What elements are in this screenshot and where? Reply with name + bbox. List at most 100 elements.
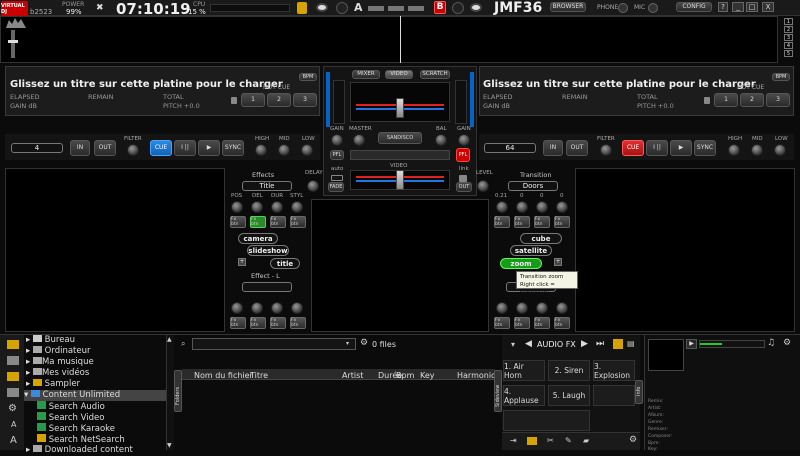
left-hotcue-1[interactable]: 1 xyxy=(241,93,265,107)
right-sync-button[interactable]: SYNC xyxy=(694,140,716,156)
sampler-pad-4[interactable]: 4. Applause xyxy=(503,385,545,406)
sampler-menu-icon[interactable]: ▾ xyxy=(511,340,515,349)
folder-mes-videos[interactable]: ▸ Mes vidéos xyxy=(26,368,89,379)
sampler-pad-1[interactable]: 1. Air Horn xyxy=(503,360,545,381)
mic-toggle[interactable] xyxy=(648,3,658,13)
right-high-knob[interactable] xyxy=(728,144,740,156)
right-pill-zoom[interactable]: zoom xyxy=(500,258,542,269)
layout-a-button[interactable]: A xyxy=(354,1,363,14)
right-hotcue-2[interactable]: 2 xyxy=(740,93,764,107)
left-pause-button[interactable]: I || xyxy=(174,140,196,156)
right-in-button[interactable]: IN xyxy=(543,140,563,156)
sampler-end-icon[interactable]: ⏭ xyxy=(596,339,604,349)
folder-bureau[interactable]: ▸ Bureau xyxy=(26,335,75,346)
right-bottom-fx-4[interactable]: Fx btn xyxy=(554,317,570,329)
mixer-pfl-left[interactable]: PFL xyxy=(330,150,344,160)
config-button[interactable]: CONFIG xyxy=(676,2,712,12)
mixer-crossfader-handle[interactable] xyxy=(396,98,404,118)
mixer-auto-icon[interactable] xyxy=(331,175,343,181)
left-in-button[interactable]: IN xyxy=(70,140,90,156)
search-options-icon[interactable]: ▾ xyxy=(346,340,349,347)
col-titre[interactable]: Titre xyxy=(250,371,268,380)
left-dur-knob[interactable] xyxy=(271,201,283,213)
left-video-preview[interactable] xyxy=(5,168,225,332)
left-bottom-knob-4[interactable] xyxy=(291,302,303,314)
left-bottom-knob-1[interactable] xyxy=(231,302,243,314)
font-size-icon-large[interactable]: A xyxy=(10,435,17,446)
deck-switch-left[interactable] xyxy=(336,2,348,14)
mixer-gain-left-knob[interactable] xyxy=(331,134,343,146)
sampler-info-icon[interactable]: ▤ xyxy=(627,339,635,348)
sampler-pad-7[interactable] xyxy=(503,410,590,431)
right-hotcue-3[interactable]: 3 xyxy=(766,93,790,107)
right-knob-2[interactable] xyxy=(516,201,528,213)
col-key[interactable]: Key xyxy=(420,371,435,380)
mute-icon[interactable]: ✖ xyxy=(96,3,104,13)
video-crossfader-handle[interactable] xyxy=(396,170,404,190)
scroll-down-icon[interactable]: ▼ xyxy=(167,442,172,449)
sampler-pad-2[interactable]: 2. Siren xyxy=(548,360,590,381)
left-pos-knob[interactable] xyxy=(231,201,243,213)
right-bottom-fx-1[interactable]: Fx btn xyxy=(494,317,510,329)
side-num-2[interactable]: 2 xyxy=(784,26,793,33)
close-button[interactable]: X xyxy=(762,2,774,12)
left-channel-fader-track[interactable] xyxy=(333,80,345,124)
left-pill-camera[interactable]: camera xyxy=(238,233,278,244)
add-folder-icon[interactable] xyxy=(7,340,19,349)
right-pill-cube[interactable]: cube xyxy=(520,233,562,244)
left-fx-btn-1[interactable]: Fx btn xyxy=(230,216,246,228)
scroll-up-icon[interactable]: ▲ xyxy=(167,336,172,343)
right-bottom-knob-4[interactable] xyxy=(556,302,568,314)
sampler-next-icon[interactable]: ▶ xyxy=(581,339,588,349)
col-artist[interactable]: Artist xyxy=(342,371,363,380)
right-out-button[interactable]: OUT xyxy=(566,140,588,156)
eye-icon[interactable] xyxy=(316,3,328,12)
sampler-folder-icon[interactable] xyxy=(527,437,537,445)
left-styl-knob[interactable] xyxy=(291,201,303,213)
waveform-zoom-slider[interactable] xyxy=(11,30,15,58)
right-loop-select[interactable]: 64 xyxy=(484,143,536,153)
right-bpm-button[interactable]: BPM xyxy=(772,73,790,81)
left-fx-btn-4[interactable]: Fx btn xyxy=(290,216,306,228)
sampler-video-icon[interactable]: ▰ xyxy=(583,436,589,445)
layout-b-button[interactable]: B xyxy=(434,1,446,14)
left-high-knob[interactable] xyxy=(255,144,267,156)
right-bottom-knob-1[interactable] xyxy=(496,302,508,314)
folder-sampler[interactable]: ▸ Sampler xyxy=(26,379,80,390)
mixer-fade-button[interactable]: FADE xyxy=(328,182,344,192)
left-add-icon[interactable]: + xyxy=(238,258,246,266)
left-effect-l-select[interactable] xyxy=(242,282,292,292)
side-num-3[interactable]: 3 xyxy=(784,34,793,41)
left-hotcue-3[interactable]: 3 xyxy=(293,93,317,107)
folder-tree-scrollbar[interactable] xyxy=(166,335,174,450)
left-bottom-fx-1[interactable]: Fx btn xyxy=(230,317,246,329)
layout-bar-2[interactable] xyxy=(388,6,404,11)
right-mid-knob[interactable] xyxy=(751,144,763,156)
phone-toggle[interactable] xyxy=(618,3,628,13)
right-bottom-fx-2[interactable]: Fx btn xyxy=(514,317,530,329)
file-list[interactable] xyxy=(182,335,495,450)
right-filter-knob[interactable] xyxy=(600,144,612,156)
add-playlist-icon[interactable] xyxy=(7,356,19,365)
left-low-knob[interactable] xyxy=(301,144,313,156)
left-bottom-knob-2[interactable] xyxy=(251,302,263,314)
mixer-tab-scratch[interactable]: SCRATCH xyxy=(420,70,450,79)
add-search-icon[interactable] xyxy=(7,388,19,397)
left-bottom-knob-3[interactable] xyxy=(271,302,283,314)
right-fx-btn-4[interactable]: Fx btn xyxy=(554,216,570,228)
left-effect-select[interactable]: Title xyxy=(242,181,292,191)
help-icon[interactable]: ? xyxy=(718,2,728,12)
mixer-tab-video[interactable]: VIDEO xyxy=(385,70,413,79)
maximize-button[interactable]: □ xyxy=(746,2,758,12)
left-bpm-button[interactable]: BPM xyxy=(299,73,317,81)
left-bottom-fx-3[interactable]: Fx btn xyxy=(270,317,286,329)
left-loop-select[interactable]: 4 xyxy=(11,143,63,153)
right-bottom-knob-3[interactable] xyxy=(536,302,548,314)
right-hotcue-1[interactable]: 1 xyxy=(714,93,738,107)
right-fx-btn-3[interactable]: Fx btn xyxy=(534,216,550,228)
side-num-1[interactable]: 1 xyxy=(784,18,793,25)
right-pill-satellite[interactable]: satellite xyxy=(510,245,552,256)
mixer-master-knob[interactable] xyxy=(353,134,365,146)
right-pause-button[interactable]: I || xyxy=(646,140,668,156)
sampler-pad-5[interactable]: 5. Laugh xyxy=(548,385,590,406)
